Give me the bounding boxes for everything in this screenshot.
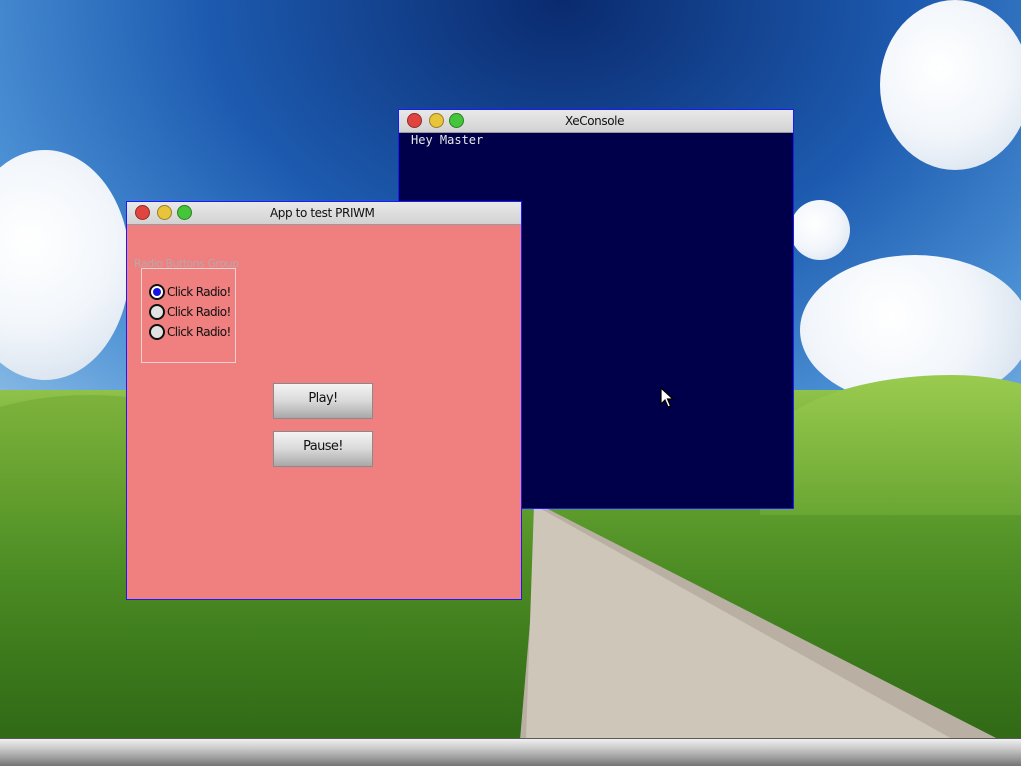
maximize-icon[interactable] xyxy=(449,113,464,128)
wallpaper-road-center xyxy=(526,505,954,740)
maximize-icon[interactable] xyxy=(177,205,192,220)
play-button[interactable]: Play! xyxy=(273,383,373,419)
desktop: XeConsole Hey Master App to test PRIWM R… xyxy=(0,0,1021,766)
taskbar[interactable] xyxy=(0,738,1021,766)
minimize-icon[interactable] xyxy=(429,113,444,128)
radio-button[interactable] xyxy=(149,304,165,320)
wallpaper-cloud xyxy=(880,0,1021,170)
radio-button[interactable] xyxy=(149,324,165,340)
radio-option-2[interactable]: Click Radio! xyxy=(149,303,231,321)
app-window-title: App to test PRIWM xyxy=(270,206,375,220)
console-output: Hey Master xyxy=(411,133,484,147)
close-icon[interactable] xyxy=(407,113,422,128)
console-titlebar[interactable]: XeConsole xyxy=(399,110,793,133)
app-window[interactable]: App to test PRIWM Radio Buttons Group Cl… xyxy=(126,201,522,600)
wallpaper-cloud xyxy=(790,200,850,260)
radio-option-label: Click Radio! xyxy=(167,285,231,299)
app-titlebar[interactable]: App to test PRIWM xyxy=(127,202,521,225)
radio-option-1[interactable]: Click Radio! xyxy=(149,283,231,301)
mouse-pointer-icon xyxy=(660,387,675,408)
pause-button[interactable]: Pause! xyxy=(273,431,373,467)
radio-option-label: Click Radio! xyxy=(167,305,231,319)
close-icon[interactable] xyxy=(135,205,150,220)
radio-button-selected[interactable] xyxy=(149,284,165,300)
console-window-title: XeConsole xyxy=(565,114,625,128)
radio-option-3[interactable]: Click Radio! xyxy=(149,323,231,341)
radio-option-label: Click Radio! xyxy=(167,325,231,339)
minimize-icon[interactable] xyxy=(157,205,172,220)
